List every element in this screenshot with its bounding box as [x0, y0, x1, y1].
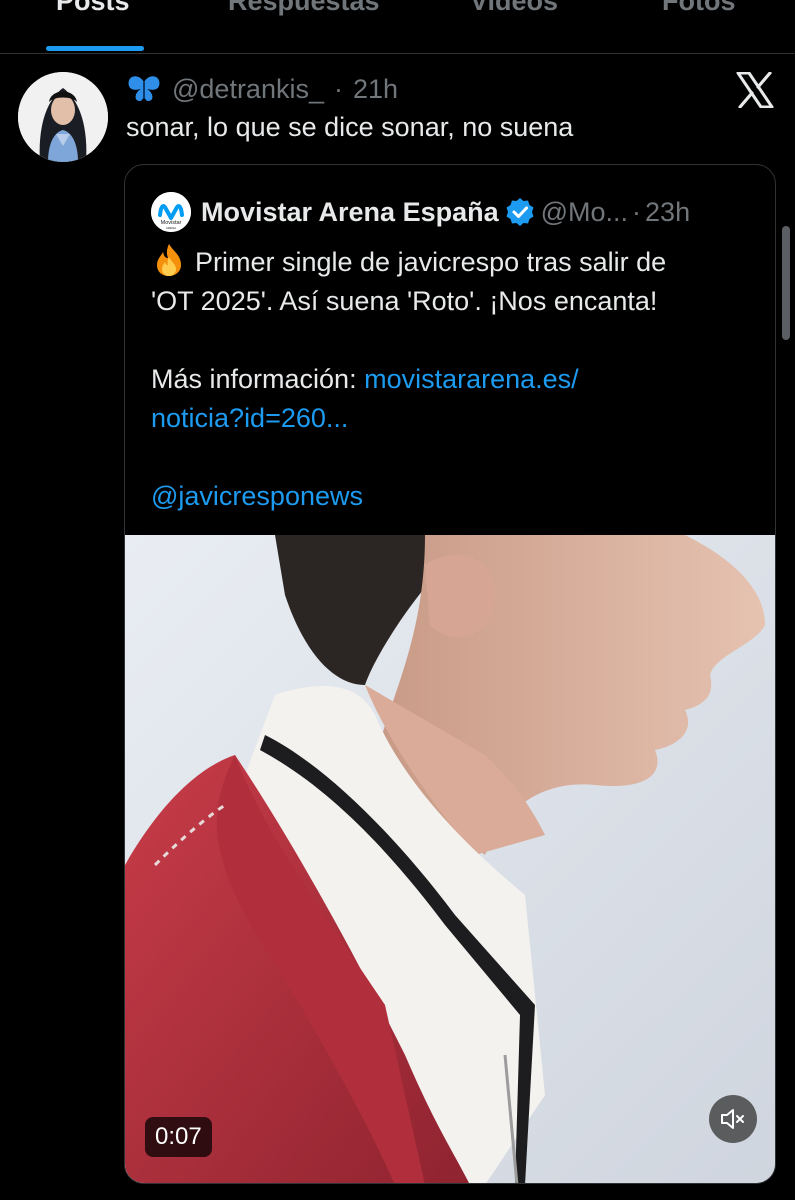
quote-info-line: Más información: movistararena.es/ — [151, 360, 751, 399]
quoted-post-card[interactable]: Movistar ARENA Movistar Arena España @Mo… — [124, 164, 776, 1184]
quote-line-2: 'OT 2025'. Así suena 'Roto'. ¡Nos encant… — [151, 286, 658, 316]
quote-header: Movistar ARENA Movistar Arena España @Mo… — [151, 192, 690, 232]
quote-handle[interactable]: @Mo... — [541, 197, 628, 228]
info-label: Más información: — [151, 364, 365, 394]
video-frame — [125, 535, 775, 1183]
tab-videos[interactable]: Videos — [470, 0, 558, 17]
quote-avatar[interactable]: Movistar ARENA — [151, 192, 191, 232]
scrollbar[interactable] — [782, 226, 790, 340]
video-player[interactable]: 0:07 — [125, 535, 775, 1183]
info-link-part-1[interactable]: movistararena.es/ — [364, 364, 579, 394]
mute-button[interactable] — [709, 1095, 757, 1143]
butterfly-icon — [128, 76, 160, 101]
verified-badge-icon — [506, 198, 534, 226]
speaker-muted-icon — [721, 1109, 744, 1129]
tab-posts[interactable]: Posts — [56, 0, 130, 17]
info-link-part-2[interactable]: noticia?id=260... — [151, 399, 751, 438]
quote-time[interactable]: 23h — [645, 197, 690, 228]
mention-link[interactable]: @javicresponews — [151, 477, 751, 516]
post-handle[interactable]: @detrankis_ — [172, 74, 324, 105]
post-separator: · — [333, 73, 343, 104]
quote-text: Primer single de javicrespo tras salir d… — [151, 243, 751, 516]
quote-author-name[interactable]: Movistar Arena España — [201, 197, 499, 228]
quote-line-1: Primer single de javicrespo tras salir d… — [151, 243, 751, 282]
fire-icon — [157, 244, 181, 276]
profile-tabs: Posts Respuestas Videos Fotos — [0, 0, 795, 54]
svg-text:ARENA: ARENA — [166, 226, 176, 230]
quote-separator: · — [632, 196, 642, 227]
avatar[interactable] — [18, 72, 108, 162]
video-duration: 0:07 — [145, 1117, 212, 1157]
tab-respuestas[interactable]: Respuestas — [228, 0, 380, 17]
quote-line-1-text: Primer single de javicrespo tras salir d… — [195, 247, 667, 277]
post-time[interactable]: 21h — [353, 74, 398, 105]
movistar-logo: Movistar ARENA — [151, 192, 191, 232]
x-logo-icon — [736, 72, 774, 108]
active-tab-indicator — [46, 46, 144, 51]
post-header: @detrankis_ · 21h — [126, 72, 398, 106]
tab-fotos[interactable]: Fotos — [662, 0, 736, 17]
post-text: sonar, lo que se dice sonar, no suena — [126, 112, 574, 142]
